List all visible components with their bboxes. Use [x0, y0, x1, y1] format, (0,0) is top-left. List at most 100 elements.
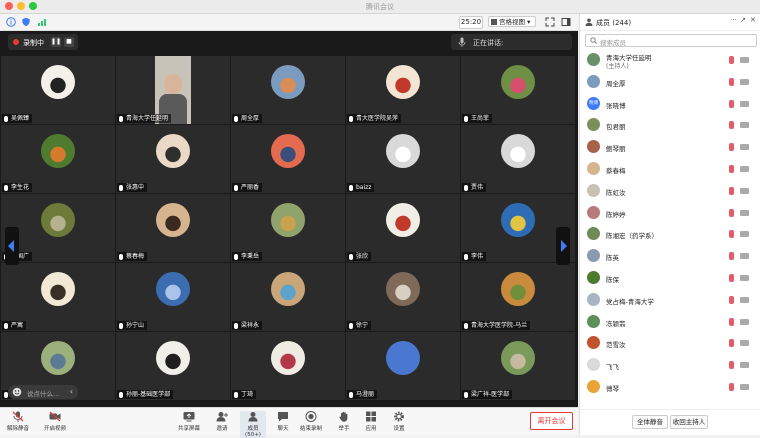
camera-off-icon[interactable]: [740, 209, 749, 216]
invite-button[interactable]: 邀请: [212, 411, 232, 432]
mute-all-button[interactable]: 全体静音: [632, 415, 668, 429]
participant-tile[interactable]: 青大医学院吴萍: [346, 56, 460, 124]
participant-tile[interactable]: 张惠中: [116, 125, 230, 193]
sidebar-toggle-icon[interactable]: [561, 17, 571, 27]
camera-off-icon[interactable]: [740, 362, 749, 369]
microphone-muted-icon[interactable]: [729, 164, 734, 173]
member-row[interactable]: 陈婷婷: [580, 202, 760, 224]
member-search-input[interactable]: 搜索成员: [585, 34, 757, 47]
close-panel-icon[interactable]: ✕: [750, 16, 756, 24]
chevron-left-icon[interactable]: ‹: [70, 387, 73, 396]
camera-off-icon[interactable]: [740, 274, 749, 281]
participant-tile[interactable]: 孙丽-基础医学部: [116, 332, 230, 400]
pause-recording-button[interactable]: ❚❚: [51, 37, 61, 47]
microphone-muted-icon[interactable]: [729, 273, 734, 282]
camera-off-icon[interactable]: [740, 57, 749, 63]
participant-tile[interactable]: 梁祥永: [231, 263, 345, 331]
member-row[interactable]: 飞飞: [580, 354, 760, 376]
emoji-icon[interactable]: [12, 387, 22, 397]
member-row[interactable]: 陈英: [580, 245, 760, 267]
member-row[interactable]: 蔡春梅: [580, 158, 760, 180]
camera-off-icon[interactable]: [740, 100, 749, 107]
stop-recording-button[interactable]: ■: [64, 37, 74, 47]
member-row[interactable]: 青海大学任延明 (主持人): [580, 49, 760, 71]
shield-icon[interactable]: [21, 17, 31, 27]
microphone-muted-icon[interactable]: [729, 339, 734, 348]
microphone-muted-icon[interactable]: [729, 143, 734, 152]
member-row[interactable]: 党占梅-青海大学: [580, 289, 760, 311]
microphone-muted-icon[interactable]: [729, 382, 734, 391]
camera-off-icon[interactable]: [740, 318, 749, 325]
participant-tile[interactable]: 青海大学医学院-马兰: [461, 263, 575, 331]
participant-tile[interactable]: 李秉岳: [231, 194, 345, 262]
microphone-muted-icon[interactable]: [729, 361, 734, 370]
camera-off-icon[interactable]: [740, 296, 749, 303]
participant-tile[interactable]: 吴佩臻: [1, 56, 115, 124]
microphone-muted-icon[interactable]: [729, 99, 734, 108]
chat-button[interactable]: 聊天: [275, 411, 291, 432]
dock-icon[interactable]: ↗: [740, 16, 746, 24]
microphone-muted-icon[interactable]: [729, 186, 734, 195]
stop-recording-toolbar-button[interactable]: 结束录制: [298, 411, 324, 432]
member-row[interactable]: 陈湘宏（药学系）: [580, 223, 760, 245]
settings-button[interactable]: 设置: [391, 411, 407, 432]
microphone-muted-icon[interactable]: [729, 56, 734, 64]
participant-tile[interactable]: 马澄丽: [346, 332, 460, 400]
participant-name-text: 青海大学任延明: [126, 115, 169, 122]
participant-tile[interactable]: 严寓: [1, 263, 115, 331]
member-row[interactable]: 鲍琴丽: [580, 136, 760, 158]
participant-tile[interactable]: 梁广祥-医学部: [461, 332, 575, 400]
raise-hand-button[interactable]: 举手: [336, 411, 352, 432]
start-video-button[interactable]: 开启视频: [42, 411, 68, 432]
member-row[interactable]: 冻颖翡: [580, 311, 760, 333]
member-row[interactable]: 晓博 张晓博: [580, 93, 760, 115]
participant-tile[interactable]: 孙宁山: [116, 263, 230, 331]
participant-tile[interactable]: 贾伟: [461, 125, 575, 193]
camera-off-icon[interactable]: [740, 165, 749, 172]
view-mode-dropdown[interactable]: 宫格视图 ▾: [488, 16, 536, 27]
more-options-icon[interactable]: ···: [730, 16, 737, 24]
reclaim-host-button[interactable]: 收回主持人: [670, 415, 708, 429]
next-page-button[interactable]: [556, 227, 570, 265]
participant-tile[interactable]: 蔡春梅: [116, 194, 230, 262]
signal-icon[interactable]: [37, 17, 47, 27]
camera-off-icon[interactable]: [740, 253, 749, 260]
participant-tile[interactable]: 丁琦: [231, 332, 345, 400]
camera-off-icon[interactable]: [740, 187, 749, 194]
microphone-muted-icon[interactable]: [729, 295, 734, 304]
participant-tile[interactable]: 青海大学任延明: [116, 56, 230, 124]
member-row[interactable]: 傅琴: [580, 376, 760, 398]
participant-tile[interactable]: 张欣: [346, 194, 460, 262]
microphone-muted-icon[interactable]: [729, 317, 734, 326]
participant-tile[interactable]: 王尚菲: [461, 56, 575, 124]
participant-tile[interactable]: 周全厚: [231, 56, 345, 124]
microphone-muted-icon[interactable]: [729, 252, 734, 261]
member-row[interactable]: 陈保: [580, 267, 760, 289]
info-icon[interactable]: [6, 17, 16, 27]
participant-tile[interactable]: 徐宁: [346, 263, 460, 331]
camera-off-icon[interactable]: [740, 340, 749, 347]
member-row[interactable]: 陈虹汝: [580, 180, 760, 202]
participant-tile[interactable]: 严丽香: [231, 125, 345, 193]
prev-page-button[interactable]: [5, 227, 19, 265]
unmute-button[interactable]: 解除静音: [6, 411, 30, 432]
participant-tile[interactable]: baizz: [346, 125, 460, 193]
microphone-muted-icon[interactable]: [729, 230, 734, 239]
microphone-muted-icon[interactable]: [729, 77, 734, 86]
member-row[interactable]: 包君丽: [580, 114, 760, 136]
leave-meeting-button[interactable]: 离开会议: [530, 412, 573, 430]
chat-input-bubble[interactable]: 说点什么... ‹: [8, 385, 78, 399]
member-row[interactable]: 范雪汝: [580, 332, 760, 354]
participant-tile[interactable]: 李生花: [1, 125, 115, 193]
member-row[interactable]: 周全厚: [580, 71, 760, 93]
microphone-muted-icon[interactable]: [729, 121, 734, 130]
camera-off-icon[interactable]: [740, 122, 749, 129]
camera-off-icon[interactable]: [740, 231, 749, 238]
camera-off-icon[interactable]: [740, 383, 749, 390]
microphone-muted-icon[interactable]: [729, 208, 734, 217]
apps-button[interactable]: 应用: [363, 411, 379, 432]
share-screen-button[interactable]: 共享屏幕: [176, 411, 202, 432]
camera-off-icon[interactable]: [740, 78, 749, 85]
fullscreen-icon[interactable]: [545, 17, 555, 27]
camera-off-icon[interactable]: [740, 144, 749, 151]
